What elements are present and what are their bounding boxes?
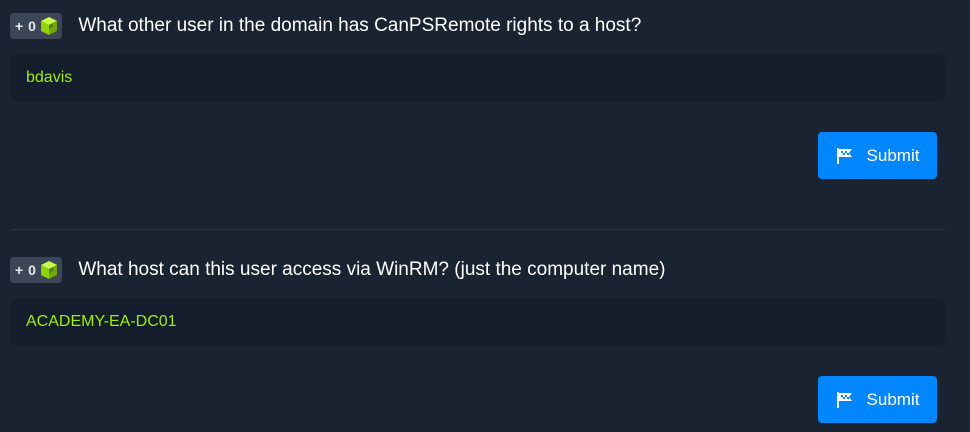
- answer-input[interactable]: bdavis: [11, 55, 945, 101]
- flag-icon: [836, 147, 852, 164]
- questions-panel: + 0 What other user in the domain has Ca…: [0, 0, 970, 432]
- question-header: + 0 What host can this user access via W…: [10, 256, 665, 284]
- points-value: + 0: [15, 18, 37, 34]
- flag-icon: [836, 391, 852, 408]
- question-text: What host can this user access via WinRM…: [78, 259, 666, 280]
- question-text: What other user in the domain has CanPSR…: [78, 15, 642, 36]
- divider: [11, 229, 946, 230]
- points-badge: + 0: [10, 257, 63, 283]
- points-value: + 0: [15, 262, 37, 278]
- submit-label: Submit: [866, 145, 920, 165]
- cube-icon: [41, 261, 58, 279]
- cube-icon: [41, 17, 58, 35]
- points-badge: + 0: [10, 13, 63, 39]
- answer-input[interactable]: ACADEMY-EA-DC01: [11, 299, 945, 345]
- submit-button[interactable]: Submit: [818, 132, 937, 179]
- submit-button[interactable]: Submit: [818, 376, 937, 423]
- submit-label: Submit: [866, 389, 920, 409]
- question-header: + 0 What other user in the domain has Ca…: [10, 12, 641, 40]
